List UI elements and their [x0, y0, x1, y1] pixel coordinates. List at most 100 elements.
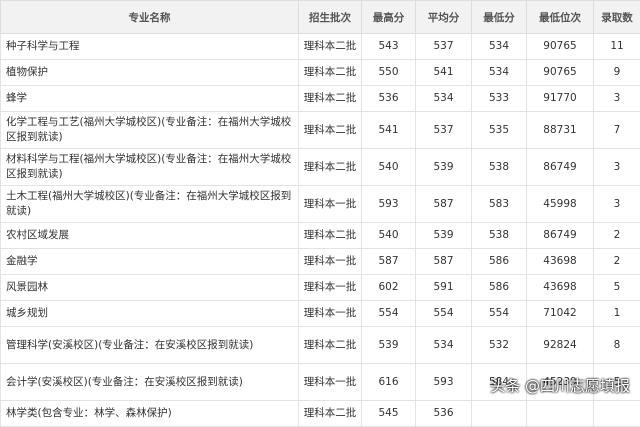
header-admitted: 录取数 [594, 1, 640, 34]
table-cell: 管理科学(安溪校区)(专业备注：在安溪校区报到就读) [1, 327, 299, 364]
table-cell: 理科本二批 [299, 223, 362, 249]
table-row: 城乡规划理科本一批554554554710421 [1, 301, 640, 327]
table-cell: 11 [594, 34, 640, 60]
table-cell: 71042 [527, 301, 594, 327]
table-body: 种子科学与工程理科本二批5435375349076511植物保护理科本二批550… [1, 34, 640, 427]
table-cell: 种子科学与工程 [1, 34, 299, 60]
table-cell: 理科本二批 [299, 60, 362, 86]
table-cell: 材料科学与工程(福州大学城校区)(专业备注：在福州大学城校区报到就读) [1, 149, 299, 186]
table-cell: 537 [416, 112, 472, 149]
table-cell: 土木工程(福州大学城校区)(专业备注：在福州大学城校区报到就读) [1, 186, 299, 223]
table-cell: 536 [362, 86, 416, 112]
header-min-score: 最低分 [472, 1, 527, 34]
table-cell: 587 [416, 249, 472, 275]
table-cell: 5 [594, 275, 640, 301]
table-cell: 理科本一批 [299, 186, 362, 223]
table-cell: 539 [416, 223, 472, 249]
table-cell: 3 [594, 149, 640, 186]
table-cell: 2 [594, 249, 640, 275]
table-cell: 7 [594, 112, 640, 149]
table-row: 种子科学与工程理科本二批5435375349076511 [1, 34, 640, 60]
table-cell: 3 [594, 186, 640, 223]
header-batch: 招生批次 [299, 1, 362, 34]
table-cell: 616 [362, 364, 416, 401]
table-cell [472, 401, 527, 427]
table-cell: 534 [472, 34, 527, 60]
table-cell: 城乡规划 [1, 301, 299, 327]
table-cell: 92824 [527, 327, 594, 364]
table-cell: 534 [416, 86, 472, 112]
table-cell: 86749 [527, 223, 594, 249]
table-cell [527, 401, 594, 427]
table-cell: 532 [472, 327, 527, 364]
header-avg-score: 平均分 [416, 1, 472, 34]
header-max-score: 最高分 [362, 1, 416, 34]
table-cell: 554 [416, 301, 472, 327]
table-cell: 45998 [527, 186, 594, 223]
table-cell: 理科本一批 [299, 364, 362, 401]
table-cell: 539 [416, 149, 472, 186]
table-cell: 540 [362, 223, 416, 249]
table-cell: 90765 [527, 60, 594, 86]
table-cell: 1 [594, 301, 640, 327]
table-cell [594, 401, 640, 427]
table-cell: 理科本二批 [299, 112, 362, 149]
admission-scores-table: 专业名称 招生批次 最高分 平均分 最低分 最低位次 录取数 种子科学与工程理科… [0, 0, 640, 427]
table-cell: 541 [362, 112, 416, 149]
table-cell: 534 [472, 60, 527, 86]
header-major: 专业名称 [1, 1, 299, 34]
table-cell: 591 [416, 275, 472, 301]
table-cell: 理科本一批 [299, 275, 362, 301]
header-row: 专业名称 招生批次 最高分 平均分 最低分 最低位次 录取数 [1, 1, 640, 34]
table-row: 土木工程(福州大学城校区)(专业备注：在福州大学城校区报到就读)理科本一批593… [1, 186, 640, 223]
table-cell: 理科本一批 [299, 301, 362, 327]
table-cell: 8 [594, 327, 640, 364]
table-cell: 理科本二批 [299, 401, 362, 427]
table-cell: 理科本二批 [299, 327, 362, 364]
table-row: 材料科学与工程(福州大学城校区)(专业备注：在福州大学城校区报到就读)理科本二批… [1, 149, 640, 186]
table-cell: 88731 [527, 112, 594, 149]
table-row: 植物保护理科本二批550541534907659 [1, 60, 640, 86]
table-cell: 533 [472, 86, 527, 112]
table-cell: 蜂学 [1, 86, 299, 112]
table-cell: 541 [416, 60, 472, 86]
table-cell: 536 [416, 401, 472, 427]
table-cell: 554 [362, 301, 416, 327]
table-cell: 593 [416, 364, 472, 401]
table-cell: 554 [472, 301, 527, 327]
table-cell: 535 [472, 112, 527, 149]
table-cell: 538 [472, 149, 527, 186]
table-row: 管理科学(安溪校区)(专业备注：在安溪校区报到就读)理科本二批539534532… [1, 327, 640, 364]
table-cell: 金融学 [1, 249, 299, 275]
table-cell: 86749 [527, 149, 594, 186]
table-cell: 534 [416, 327, 472, 364]
table-cell: 43698 [527, 249, 594, 275]
table-cell: 91770 [527, 86, 594, 112]
table-row: 风景园林理科本一批602591586436985 [1, 275, 640, 301]
table-cell: 43698 [527, 275, 594, 301]
table-cell: 545 [362, 401, 416, 427]
table-cell: 3 [594, 86, 640, 112]
table-cell: 540 [362, 149, 416, 186]
table-cell: 539 [362, 327, 416, 364]
table-cell: 林学类(包含专业：林学、森林保护) [1, 401, 299, 427]
table-cell: 化学工程与工艺(福州大学城校区)(专业备注：在福州大学城校区报到就读) [1, 112, 299, 149]
table-cell: 9 [594, 60, 640, 86]
table-row: 农村区域发展理科本二批540539538867492 [1, 223, 640, 249]
table-cell: 593 [362, 186, 416, 223]
table-cell: 理科本二批 [299, 86, 362, 112]
table-cell: 602 [362, 275, 416, 301]
table-cell: 农村区域发展 [1, 223, 299, 249]
table-row: 金融学理科本一批587587586436982 [1, 249, 640, 275]
table-cell: 538 [472, 223, 527, 249]
table-row: 林学类(包含专业：林学、森林保护)理科本二批545536 [1, 401, 640, 427]
table-cell: 587 [362, 249, 416, 275]
table-cell: 植物保护 [1, 60, 299, 86]
table-cell: 586 [472, 275, 527, 301]
table-cell: 587 [416, 186, 472, 223]
table-cell: 理科本二批 [299, 149, 362, 186]
header-min-rank: 最低位次 [527, 1, 594, 34]
table-cell: 550 [362, 60, 416, 86]
table-cell: 537 [416, 34, 472, 60]
table-row: 化学工程与工艺(福州大学城校区)(专业备注：在福州大学城校区报到就读)理科本二批… [1, 112, 640, 149]
